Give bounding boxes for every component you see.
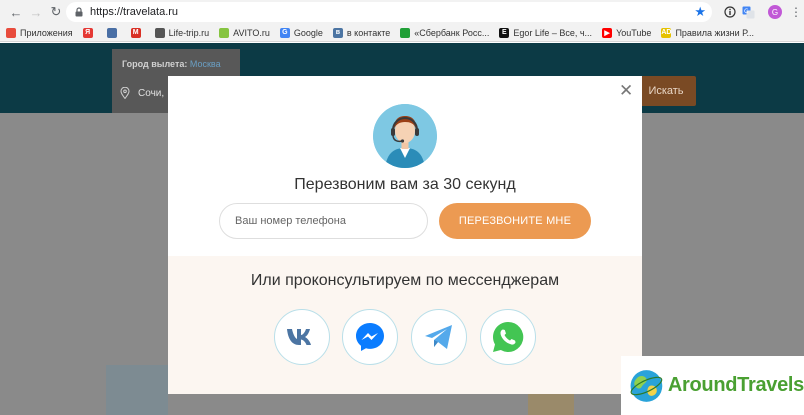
reload-icon: ↻ — [50, 4, 62, 19]
location-pin-icon — [120, 87, 130, 99]
bookmark-favicon-icon — [400, 27, 411, 38]
bookmark-favicon-icon — [219, 27, 230, 38]
callback-button[interactable]: ПЕРЕЗВОНИТЕ МНЕ — [439, 203, 591, 239]
reload-button[interactable]: ↻ — [46, 2, 66, 22]
messengers-section: Или проконсультируем по мессенджерам — [168, 256, 642, 394]
menu-icon[interactable]: ⋮ — [788, 4, 804, 20]
browser-toolbar: ← → ↻ https://travelata.ru ★ G G ⋮ — [0, 0, 804, 24]
star-icon[interactable]: ★ — [694, 4, 706, 20]
bookmark-favicon-icon: ▶ — [602, 27, 613, 38]
bookmark-favicon-icon: Я — [82, 27, 93, 38]
watermark-logo: AroundTravels — [621, 356, 804, 415]
bookmark-label: в контакте — [346, 27, 391, 38]
bookmark-favicon-icon: M — [130, 27, 141, 38]
support-operator-icon — [373, 104, 437, 168]
bookmark-favicon-icon: в — [332, 27, 343, 38]
bookmark-item[interactable]: G Google — [279, 27, 323, 38]
bookmark-item[interactable]: Life-trip.ru — [154, 27, 210, 38]
url-text: https://travelata.ru — [90, 6, 179, 18]
profile-avatar[interactable]: G — [768, 5, 782, 19]
operator-avatar — [373, 104, 437, 168]
bookmark-label: Приложения — [20, 27, 73, 38]
bookmarks-bar: Приложения Я M Life-trip.ru AVITO.ru G Google в… — [0, 24, 804, 42]
messengers-title: Или проконсультируем по мессенджерам — [250, 272, 560, 289]
callback-modal: ✕ Перезвоним вам за 30 секунд ПЕРЕЗВОНИТ… — [168, 76, 642, 394]
bookmark-favicon-icon: E — [499, 27, 510, 38]
search-button[interactable]: Искать — [636, 76, 696, 106]
bookmark-label: Google — [293, 27, 323, 38]
bookmark-label: Life-trip.ru — [168, 27, 210, 38]
background-image — [528, 393, 574, 415]
bookmark-item[interactable]: E Egor Life – Все, ч... — [499, 27, 593, 38]
bookmark-favicon-icon: AD — [661, 27, 672, 38]
svg-text:G: G — [744, 8, 749, 15]
close-button[interactable]: ✕ — [619, 81, 634, 100]
bookmark-favicon-icon — [106, 27, 117, 38]
vk-button[interactable] — [274, 309, 330, 365]
vk-icon — [287, 329, 311, 345]
watermark-text: AroundTravels — [667, 374, 804, 396]
bookmark-label: Egor Life – Все, ч... — [513, 27, 593, 38]
globe-icon — [630, 369, 663, 402]
bookmark-item[interactable]: Я — [82, 27, 97, 38]
origin-value: Сочи, — [138, 87, 165, 99]
bookmark-item[interactable]: Приложения — [6, 27, 73, 38]
bookmark-item[interactable] — [106, 27, 121, 38]
forward-button[interactable]: → — [26, 2, 46, 22]
facebook-messenger-icon — [356, 323, 384, 351]
bookmark-favicon-icon — [6, 27, 16, 38]
bookmark-item[interactable]: AVITO.ru — [219, 27, 270, 38]
bookmark-label: «Сбербанк Росс... — [414, 27, 490, 38]
background-banner — [106, 365, 168, 415]
bookmark-item[interactable]: вв контакте — [332, 27, 391, 38]
bookmark-label: YouTube — [616, 27, 652, 38]
translate-icon[interactable]: G — [740, 4, 756, 20]
departure-city-link[interactable]: Москва — [190, 59, 221, 69]
departure-label: Город вылета: Москва — [122, 59, 221, 69]
messenger-button[interactable] — [342, 309, 398, 365]
back-button[interactable]: ← — [6, 2, 26, 22]
bookmark-favicon-icon — [154, 27, 165, 38]
arrow-right-icon: → — [29, 4, 43, 20]
bookmark-item[interactable]: «Сбербанк Росс... — [400, 27, 490, 38]
info-icon[interactable] — [722, 4, 738, 20]
arrow-left-icon: ← — [9, 4, 23, 20]
bookmark-item[interactable]: AD Правила жизни Р... — [661, 27, 754, 38]
bookmark-item[interactable]: ▶ YouTube — [602, 27, 652, 38]
bookmark-item[interactable]: M — [130, 27, 145, 38]
phone-input[interactable] — [219, 203, 428, 239]
whatsapp-icon — [492, 321, 524, 352]
bookmark-label: Правила жизни Р... — [675, 27, 754, 38]
telegram-button[interactable] — [411, 309, 467, 365]
lock-icon — [75, 7, 83, 17]
whatsapp-button[interactable] — [480, 309, 536, 365]
address-bar[interactable]: https://travelata.ru ★ — [66, 2, 712, 22]
bookmark-favicon-icon: G — [279, 27, 290, 38]
origin-field[interactable]: Сочи, — [120, 87, 164, 99]
telegram-icon — [425, 325, 452, 349]
modal-title: Перезвоним вам за 30 секунд — [294, 176, 516, 193]
bookmark-label: AVITO.ru — [233, 27, 270, 38]
close-icon: ✕ — [619, 81, 634, 100]
